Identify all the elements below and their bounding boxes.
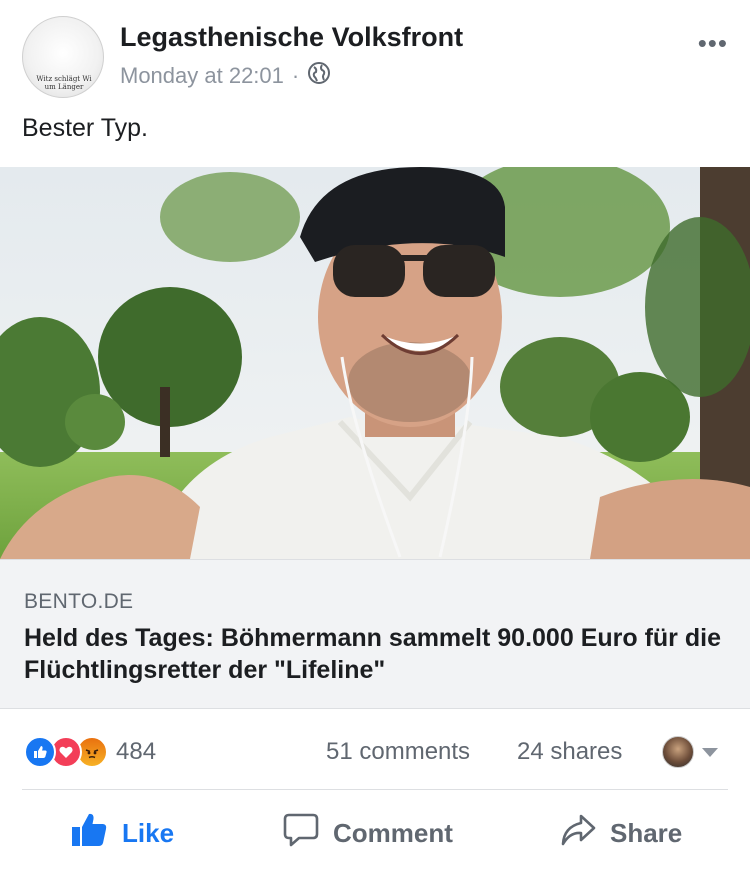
post-text: Bester Typ.	[22, 114, 148, 142]
share-label: Share	[610, 818, 683, 848]
page-name-link[interactable]: Legasthenische Volksfront	[120, 22, 463, 53]
shares-count-link[interactable]: 24 shares	[517, 738, 622, 766]
link-title: Held des Tages: Böhmermann sammelt 90.00…	[24, 624, 721, 684]
meta-separator: ·	[291, 63, 300, 88]
link-preview-image[interactable]	[0, 167, 750, 559]
more-options-icon[interactable]: •••	[698, 28, 728, 59]
link-domain: BENTO.DE	[24, 590, 134, 613]
reaction-count: 484	[116, 738, 157, 765]
post-stats: 484 51 comments 24 shares	[0, 710, 750, 790]
comments-count-link[interactable]: 51 comments	[326, 738, 470, 766]
reactions-summary[interactable]: 484	[24, 736, 156, 768]
link-preview-box[interactable]: BENTO.DE Held des Tages: Böhmermann samm…	[0, 559, 750, 709]
share-arrow-icon	[560, 812, 610, 855]
globe-icon	[307, 61, 331, 91]
like-button[interactable]: Like	[70, 812, 174, 855]
post-actions-bar: Like Comment Share	[0, 790, 750, 870]
like-reaction-icon	[24, 736, 56, 768]
share-button[interactable]: Share	[560, 812, 682, 855]
avatar-logo-text: um Länger	[44, 83, 84, 91]
like-label: Like	[122, 818, 175, 848]
post-header: Witz schlägt Wi um Länger Legasthenische…	[0, 0, 750, 110]
comment-button[interactable]: Comment	[283, 812, 453, 855]
page-avatar[interactable]: Witz schlägt Wi um Länger	[22, 16, 104, 98]
post-timestamp[interactable]: Monday at 22:01	[120, 63, 284, 89]
comment-bubble-icon	[283, 812, 333, 855]
video-thumbnail	[0, 167, 750, 559]
viewer-avatar[interactable]	[662, 736, 694, 768]
thumbs-up-icon	[70, 812, 122, 855]
chevron-down-icon[interactable]	[702, 748, 718, 757]
comment-label: Comment	[333, 818, 453, 848]
avatar-logo-text: Witz schlägt Wi	[36, 75, 92, 83]
post-meta: Monday at 22:01 ·	[120, 61, 331, 91]
